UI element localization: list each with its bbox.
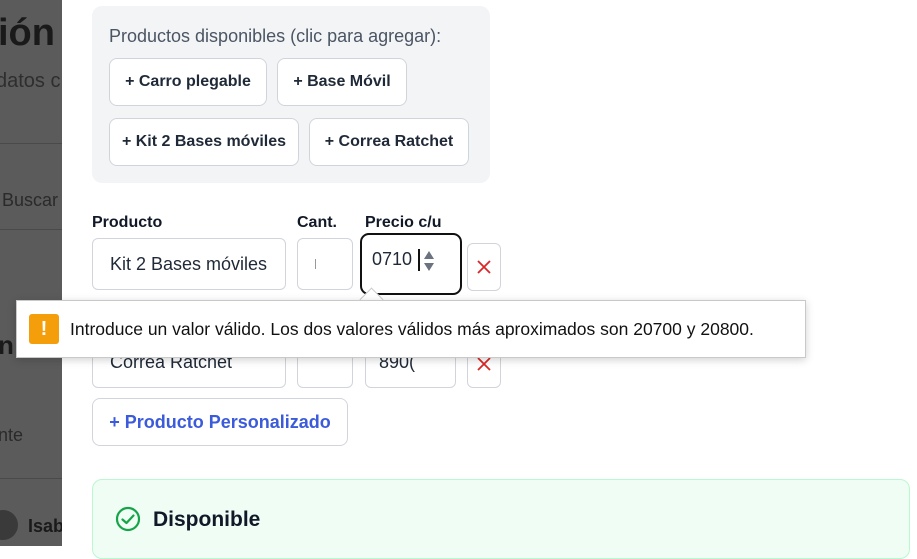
avatar: [0, 510, 18, 540]
unit-price-input[interactable]: 0710: [360, 233, 462, 295]
product-column-label: Producto: [92, 214, 163, 231]
unit-price-value: 0710: [372, 249, 413, 269]
quantity-column-label: Cant.: [297, 214, 337, 231]
validation-tooltip: ! Introduce un valor válido. Los dos val…: [16, 300, 806, 358]
available-products-panel: Productos disponibles (clic para agregar…: [92, 6, 490, 183]
divider: [0, 229, 62, 230]
background-label: nte: [0, 425, 24, 445]
available-products-label: Productos disponibles (clic para agregar…: [109, 26, 442, 46]
quantity-value-fragment: [315, 259, 316, 269]
number-spinner-icon[interactable]: [422, 249, 436, 273]
warning-icon: !: [29, 314, 59, 344]
close-icon: [477, 260, 491, 274]
background-user-name: Isab: [28, 516, 62, 536]
divider: [0, 143, 62, 144]
divider: [0, 478, 62, 479]
validation-message: Introduce un valor válido. Los dos valor…: [70, 319, 754, 339]
text-cursor: [418, 249, 420, 271]
close-icon: [477, 357, 491, 371]
availability-status-label: Disponible: [153, 508, 261, 531]
availability-status-panel: Disponible: [92, 479, 910, 559]
background-page: ión datos c Buscar n nte Isab: [0, 0, 62, 546]
order-modal: Productos disponibles (clic para agregar…: [62, 0, 917, 559]
add-carro-plegable-button[interactable]: + Carro plegable: [109, 58, 267, 106]
remove-row-button[interactable]: [467, 243, 501, 291]
background-heading: n: [0, 330, 14, 360]
product-name-input[interactable]: Kit 2 Bases móviles: [92, 238, 286, 290]
add-correa-ratchet-button[interactable]: + Correa Ratchet: [309, 118, 469, 166]
add-base-movil-button[interactable]: + Base Móvil: [277, 58, 407, 106]
check-circle-icon: [115, 506, 141, 532]
price-column-label: Precio c/u: [365, 214, 442, 231]
add-custom-product-button[interactable]: + Producto Personalizado: [92, 398, 348, 446]
quantity-input[interactable]: [297, 238, 353, 290]
background-search-input: Buscar: [2, 190, 59, 210]
add-kit-2-bases-button[interactable]: + Kit 2 Bases móviles: [109, 118, 299, 166]
background-title: ión: [0, 12, 55, 54]
background-subtitle: datos c: [0, 70, 61, 92]
